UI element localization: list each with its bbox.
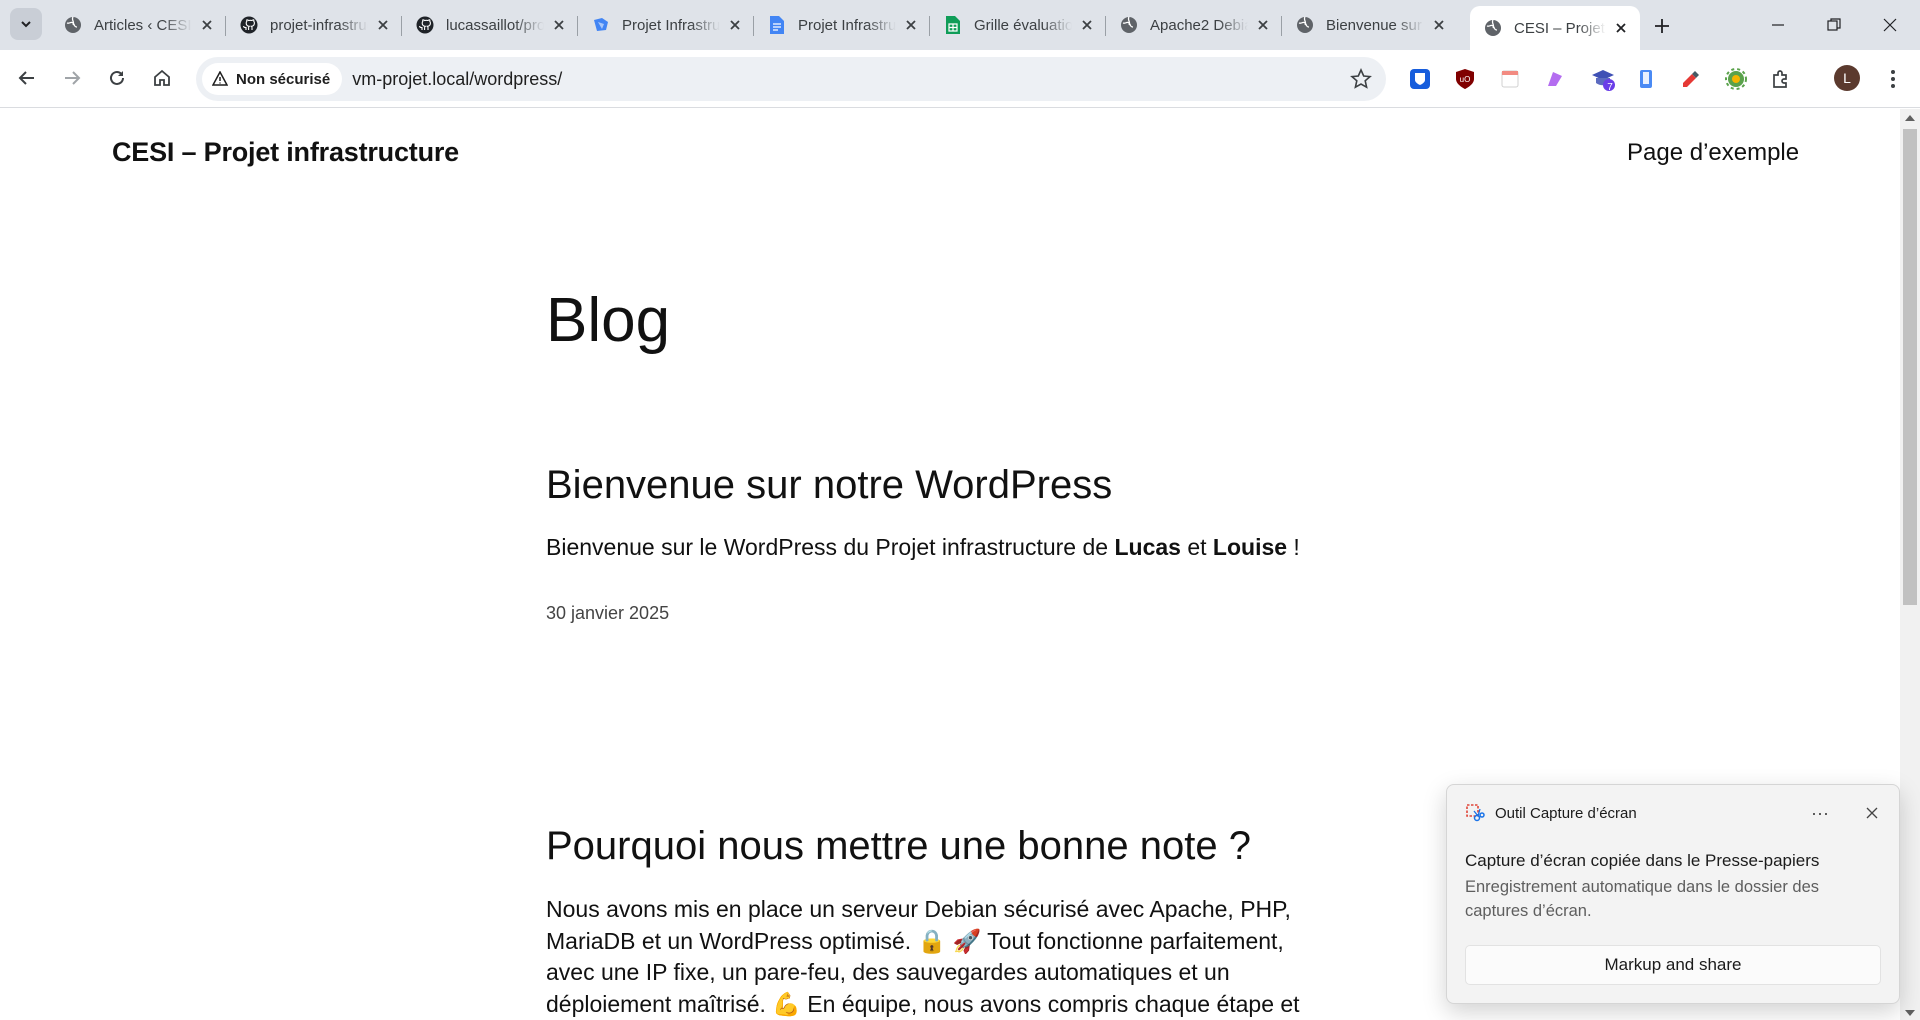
author-name-louise: Louise xyxy=(1212,534,1288,560)
tab-title: lucassaillot/projet xyxy=(446,16,544,34)
plus-icon xyxy=(1655,19,1669,33)
author-name-lucas: Lucas xyxy=(1114,534,1181,560)
globe-icon xyxy=(64,16,82,34)
restore-button[interactable] xyxy=(1806,0,1862,50)
bookmark-star-icon[interactable] xyxy=(1350,68,1372,90)
close-icon xyxy=(1883,18,1897,32)
warning-icon xyxy=(212,71,228,86)
home-icon xyxy=(154,69,170,86)
tab-search-button[interactable] xyxy=(10,8,42,40)
ublock-extension-icon[interactable]: uO xyxy=(1452,66,1478,92)
arrow-right-icon xyxy=(65,71,81,85)
scroll-down-arrow-icon[interactable] xyxy=(1905,1010,1915,1016)
close-icon[interactable] xyxy=(374,16,392,34)
post-date-1[interactable]: 30 janvier 2025 xyxy=(546,603,669,624)
google-docs-icon xyxy=(768,16,786,34)
browser-toolbar: Non sécurisé vm-projet.local/wordpress/ … xyxy=(0,50,1920,108)
page-scrollbar[interactable] xyxy=(1900,109,1920,1020)
tab-title: CESI – Projet xyxy=(1514,19,1605,37)
close-icon[interactable] xyxy=(1430,16,1448,34)
close-window-button[interactable] xyxy=(1862,0,1918,50)
google-sheets-icon xyxy=(944,16,962,34)
tab-title: Articles ‹ CESI xyxy=(94,16,192,34)
ai-extension-icon[interactable] xyxy=(1542,66,1568,92)
graduation-extension-icon[interactable]: 7 xyxy=(1590,66,1616,93)
globe-icon xyxy=(1120,16,1138,34)
gear-extension-icon[interactable] xyxy=(1723,66,1749,92)
tab-title: Projet Infrastructure xyxy=(798,16,896,34)
tab-apache[interactable]: Apache2 Debian xyxy=(1106,6,1282,44)
tab-docs[interactable]: Projet Infrastructure xyxy=(754,6,930,44)
post-excerpt-2: Nous avons mis en place un serveur Debia… xyxy=(546,896,1300,1017)
github-icon xyxy=(240,16,258,34)
reload-button[interactable] xyxy=(100,61,134,95)
close-icon[interactable] xyxy=(1254,16,1272,34)
close-notification-button[interactable] xyxy=(1857,799,1887,827)
tab-title: Grille évaluation xyxy=(974,16,1072,34)
tab-github-2[interactable]: lucassaillot/projet xyxy=(402,6,578,44)
close-icon[interactable] xyxy=(902,16,920,34)
tab-github-1[interactable]: projet-infrastructure xyxy=(226,6,402,44)
markup-and-share-button[interactable]: Markup and share xyxy=(1465,945,1881,985)
snipping-tool-notification[interactable]: Outil Capture d’écran ··· Capture d’écra… xyxy=(1446,784,1900,1004)
tab-articles[interactable]: Articles ‹ CESI xyxy=(50,6,226,44)
menu-kebab-icon[interactable] xyxy=(1880,66,1906,92)
extension-badge: 7 xyxy=(1607,82,1613,93)
tab-slides[interactable]: Projet Infrastructure xyxy=(578,6,754,44)
close-icon[interactable] xyxy=(550,16,568,34)
pen-extension-icon[interactable] xyxy=(1678,66,1704,92)
restore-icon xyxy=(1827,18,1841,31)
bitwarden-extension-icon[interactable] xyxy=(1407,66,1433,92)
close-icon[interactable] xyxy=(198,16,216,34)
notification-heading: Capture d’écran copiée dans le Presse-pa… xyxy=(1465,851,1820,870)
more-options-icon[interactable]: ··· xyxy=(1805,799,1835,827)
snipping-tool-icon xyxy=(1466,804,1485,822)
nav-link-sample-page[interactable]: Page d’exemple xyxy=(1627,139,1799,167)
close-icon xyxy=(1866,807,1878,819)
chevron-down-icon xyxy=(21,21,31,28)
notification-app-name: Outil Capture d’écran xyxy=(1495,805,1637,822)
puzzle-extensions-icon[interactable] xyxy=(1768,66,1794,92)
minimize-button[interactable] xyxy=(1750,0,1806,50)
google-slides-icon xyxy=(592,16,610,34)
github-icon xyxy=(416,16,434,34)
home-button[interactable] xyxy=(145,61,179,95)
arrow-left-icon xyxy=(18,71,34,85)
tab-title: Apache2 Debian xyxy=(1150,16,1248,34)
tab-title: Bienvenue sur xyxy=(1326,16,1422,34)
close-icon[interactable] xyxy=(726,16,744,34)
minimize-icon xyxy=(1772,24,1784,26)
post-excerpt-1: Bienvenue sur le WordPress du Projet inf… xyxy=(546,534,1300,560)
security-label: Non sécurisé xyxy=(236,70,331,88)
url-text[interactable]: vm-projet.local/wordpress/ xyxy=(352,69,562,90)
notification-body: Enregistrement automatique dans le dossi… xyxy=(1465,878,1820,920)
phone-extension-icon[interactable] xyxy=(1633,66,1659,92)
reload-icon xyxy=(110,70,124,85)
close-icon[interactable] xyxy=(1612,19,1630,37)
svg-text:uO: uO xyxy=(1460,75,1471,84)
tab-sheets[interactable]: Grille évaluation xyxy=(930,6,1106,44)
tab-title: projet-infrastructure xyxy=(270,16,368,34)
security-chip[interactable]: Non sécurisé xyxy=(202,63,343,95)
page-title: Blog xyxy=(546,286,671,355)
tab-strip: Articles ‹ CESI projet-infrastructure lu… xyxy=(0,0,1920,50)
tab-cesi-active[interactable]: CESI – Projet xyxy=(1470,6,1640,50)
globe-icon xyxy=(1484,19,1502,37)
scrollbar-thumb[interactable] xyxy=(1903,129,1917,605)
scroll-up-arrow-icon[interactable] xyxy=(1905,115,1915,121)
close-icon[interactable] xyxy=(1078,16,1096,34)
back-button[interactable] xyxy=(10,61,44,95)
address-bar[interactable]: Non sécurisé vm-projet.local/wordpress/ xyxy=(196,57,1386,101)
new-tab-button[interactable] xyxy=(1648,12,1676,40)
post-title-2[interactable]: Pourquoi nous mettre une bonne note ? xyxy=(546,824,1251,869)
tab-bienvenue[interactable]: Bienvenue sur xyxy=(1282,6,1458,44)
forward-button[interactable] xyxy=(55,61,89,95)
calendar-extension-icon[interactable] xyxy=(1497,66,1523,92)
globe-icon xyxy=(1296,16,1314,34)
site-title[interactable]: CESI – Projet infrastructure xyxy=(112,137,459,168)
post-title-1[interactable]: Bienvenue sur notre WordPress xyxy=(546,463,1112,508)
profile-avatar[interactable]: L xyxy=(1834,65,1860,91)
tab-title: Projet Infrastructure xyxy=(622,16,720,34)
